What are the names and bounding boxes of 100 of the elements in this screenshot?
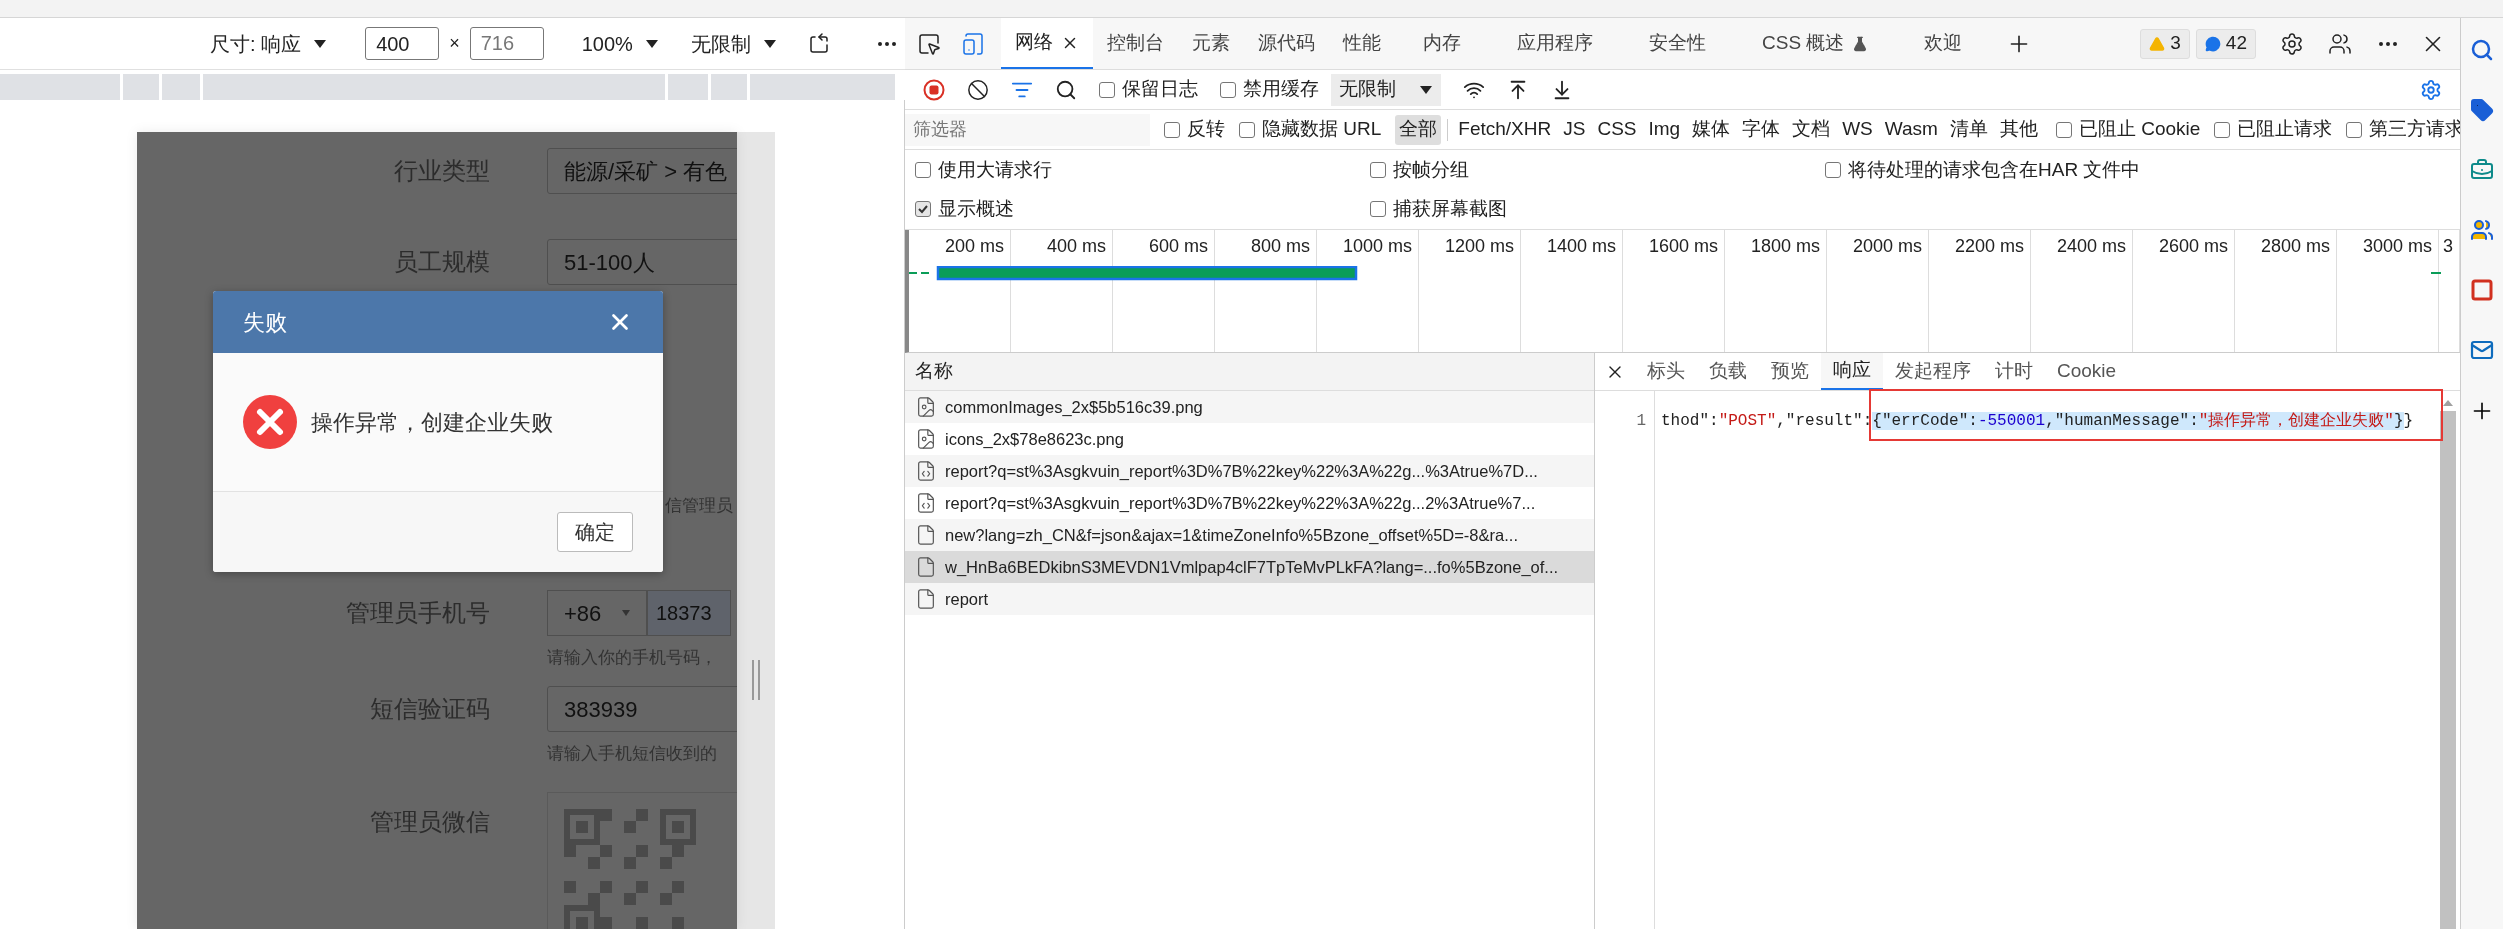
file-icon <box>915 556 937 578</box>
device-icon[interactable] <box>961 31 985 56</box>
checkbox[interactable]: 保留日志 <box>1099 75 1198 104</box>
devtools-tab[interactable]: 安全性 <box>1621 18 1734 69</box>
mail-icon[interactable] <box>2470 338 2494 362</box>
inspect-icon[interactable] <box>917 31 941 56</box>
qr-code-icon <box>564 809 696 929</box>
settings-icon[interactable] <box>2280 31 2304 56</box>
field-label: 管理员微信 <box>369 807 490 837</box>
request-row[interactable]: commonImages_2x$5b516c39.png <box>905 391 1594 423</box>
zoom-dropdown[interactable]: 100% <box>581 28 659 59</box>
request-row[interactable]: report <box>905 583 1594 615</box>
type-filter[interactable]: CSS <box>1593 114 1641 145</box>
time-tick: 2000 ms <box>1852 236 1922 256</box>
confirm-button[interactable]: 确定 <box>557 512 633 552</box>
script-file-icon <box>915 492 937 514</box>
checkbox[interactable]: 反转 <box>1164 115 1225 144</box>
detail-tab[interactable]: 预览 <box>1759 353 1821 390</box>
type-filter[interactable]: 字体 <box>1738 114 1785 145</box>
caret-icon <box>762 38 777 49</box>
throttling-select[interactable]: 无限制 <box>1331 73 1441 106</box>
messages-badge[interactable]: 42 <box>2195 28 2256 59</box>
detail-tab[interactable]: Cookie <box>2045 353 2129 390</box>
people-icon[interactable] <box>2328 31 2352 56</box>
tag-icon[interactable] <box>2470 98 2494 122</box>
detail-tab[interactable]: 标头 <box>1635 353 1697 390</box>
briefcase-icon[interactable] <box>2470 158 2494 182</box>
record-icon[interactable] <box>923 78 945 101</box>
checkbox[interactable]: 隐藏数据 URL <box>1239 115 1382 144</box>
type-filter[interactable]: 媒体 <box>1688 114 1735 145</box>
time-tick: 1800 ms <box>1750 236 1820 256</box>
devtools-tab[interactable]: 网络 <box>1001 18 1093 69</box>
search-icon[interactable] <box>1055 78 1077 101</box>
field-label: 短信验证码 <box>369 694 490 724</box>
height-field[interactable]: 716 <box>469 27 544 60</box>
checkbox[interactable]: 使用大请求行 <box>915 155 1370 184</box>
type-filter[interactable]: Fetch/XHR <box>1454 114 1556 145</box>
checkbox[interactable]: 显示概述 <box>915 195 1370 224</box>
line-number: 1 <box>1636 412 1646 430</box>
devtools-tab[interactable]: 应用程序 <box>1489 18 1621 69</box>
devtools-tab[interactable]: 源代码 <box>1244 18 1329 69</box>
checkbox[interactable]: 已阻止 Cookie <box>2055 115 2201 144</box>
type-filter[interactable]: 文档 <box>1788 114 1835 145</box>
detail-tab[interactable]: 负载 <box>1697 353 1759 390</box>
dialog-message: 操作异常，创建企业失败 <box>311 408 553 437</box>
checkbox[interactable]: 捕获屏幕截图 <box>1370 195 1825 224</box>
devtools-tab[interactable]: 内存 <box>1395 18 1489 69</box>
time-tick: 2200 ms <box>1954 236 2024 256</box>
time-tick: 800 ms <box>1250 236 1310 256</box>
type-filter[interactable]: Wasm <box>1880 114 1942 145</box>
time-tick: 3000 ms <box>2362 236 2432 256</box>
checkbox[interactable]: 将待处理的请求包含在HAR 文件中 <box>1825 155 2460 184</box>
warnings-badge[interactable]: 3 <box>2140 28 2190 59</box>
time-tick: 1400 ms <box>1546 236 1616 256</box>
time-tick: 200 ms <box>944 236 1004 256</box>
time-tick: 1200 ms <box>1444 236 1514 256</box>
type-filter[interactable]: JS <box>1559 114 1590 145</box>
caret-icon <box>313 38 328 49</box>
devtools-tab[interactable]: 控制台 <box>1093 18 1178 69</box>
type-filter[interactable]: 全部 <box>1395 114 1442 145</box>
field-label: 员工规模 <box>393 247 490 277</box>
devtools-tab[interactable]: 性能 <box>1329 18 1395 69</box>
dimensions-dropdown[interactable]: 尺寸: 响应 <box>210 28 328 59</box>
clear-icon[interactable] <box>967 78 989 101</box>
square-icon[interactable] <box>2470 278 2494 302</box>
file-icon <box>915 588 937 610</box>
devtools-tab[interactable]: CSS 概述 <box>1734 18 1897 69</box>
image-file-icon <box>915 428 937 450</box>
time-tick: 600 ms <box>1148 236 1208 256</box>
throttling-dropdown[interactable]: 无限制 <box>690 28 777 59</box>
field-label: 管理员手机号 <box>345 598 490 628</box>
checkbox[interactable]: 按帧分组 <box>1370 155 1825 184</box>
type-filter[interactable]: 其他 <box>1995 114 2042 145</box>
filter-field[interactable]: 筛选器 <box>905 113 1150 146</box>
warning-icon <box>2149 35 2166 52</box>
column-header[interactable]: 名称 <box>905 353 1594 391</box>
time-tick: 1000 ms <box>1342 236 1412 256</box>
request-row[interactable]: new?lang=zh_CN&f=json&ajax=1&timeZoneInfo%5Bzone_offset%5D=-8&ra... <box>905 519 1594 551</box>
checkmark-icon <box>917 203 929 216</box>
devtools-tab[interactable]: 欢迎 <box>1896 18 1991 69</box>
resize-handle[interactable] <box>752 660 760 700</box>
time-tick: 1600 ms <box>1648 236 1718 256</box>
request-row[interactable]: w_HnBa6BEDkibnS3MEVDN1Vmlpap4clF7TpTeMvPLkFA?lang=...fo%5Bzone_of... <box>905 551 1594 583</box>
flask-icon <box>1852 35 1869 52</box>
request-row[interactable]: report?q=st%3Asgkvuin_report%3D%7B%22key%22%3A%22g...%3Atrue%7D... <box>905 455 1594 487</box>
type-filter[interactable]: Img <box>1644 114 1685 145</box>
caret-icon <box>644 38 659 49</box>
field-label: 行业类型 <box>393 156 490 186</box>
script-file-icon <box>915 460 937 482</box>
checkbox[interactable]: 禁用缓存 <box>1220 75 1319 104</box>
detail-tab[interactable]: 响应 <box>1821 353 1883 390</box>
detail-tab[interactable]: 计时 <box>1983 353 2045 390</box>
width-field[interactable]: 400 <box>365 27 440 60</box>
time-tick: 2400 ms <box>2056 236 2126 256</box>
detail-tab[interactable]: 发起程序 <box>1883 353 1983 390</box>
checkbox[interactable]: 已阻止请求 <box>2214 115 2333 144</box>
type-filter[interactable]: 清单 <box>1945 114 1992 145</box>
type-filter[interactable]: WS <box>1838 114 1877 145</box>
devtools-tab[interactable]: 元素 <box>1178 18 1244 69</box>
times-sign: × <box>449 32 460 55</box>
